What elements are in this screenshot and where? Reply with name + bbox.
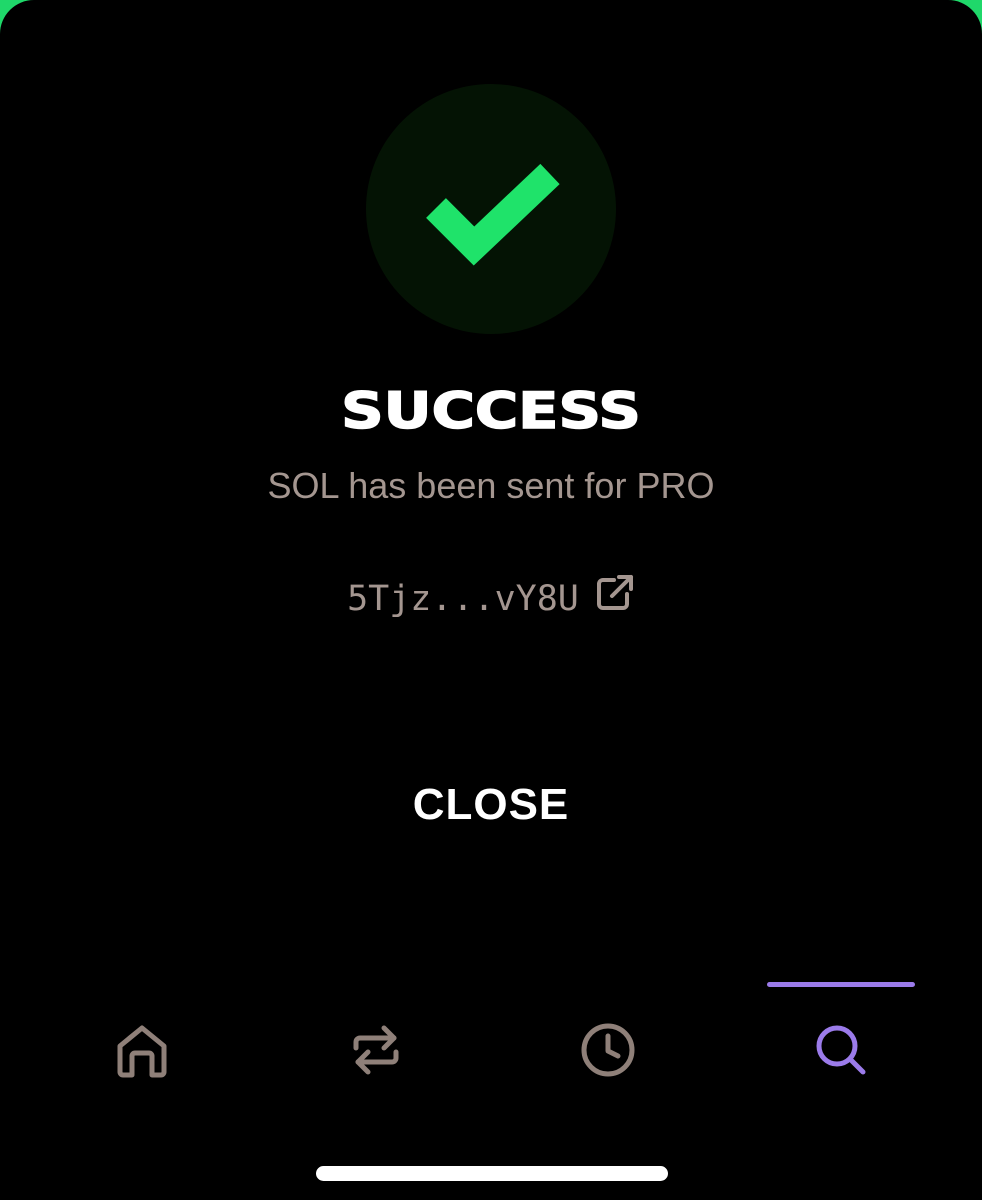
nav-item-history[interactable]: [563, 1010, 653, 1090]
home-icon: [117, 1025, 167, 1078]
external-link-icon[interactable]: [593, 575, 635, 614]
active-tab-indicator: [767, 982, 915, 987]
close-button[interactable]: CLOSE: [366, 770, 616, 840]
checkmark-icon: [426, 163, 560, 266]
success-screen: SUCCESS SOL has been sent for PRO 5Tjz..…: [0, 0, 982, 1200]
clock-icon: [581, 1023, 635, 1077]
transaction-link[interactable]: 5Tjz...vY8U: [0, 574, 982, 624]
success-badge: [366, 84, 616, 334]
bottom-nav: [0, 1010, 982, 1090]
success-message: SOL has been sent for PRO: [267, 465, 715, 506]
nav-item-home[interactable]: [97, 1010, 187, 1090]
nav-item-swap[interactable]: [331, 1010, 421, 1090]
success-title: SUCCESS: [340, 381, 641, 441]
transaction-hash: 5Tjz...vY8U: [347, 579, 579, 619]
search-icon: [816, 1025, 866, 1075]
nav-item-search[interactable]: [796, 1010, 886, 1090]
home-indicator[interactable]: [316, 1166, 668, 1181]
swap-arrows-icon: [353, 1025, 399, 1075]
